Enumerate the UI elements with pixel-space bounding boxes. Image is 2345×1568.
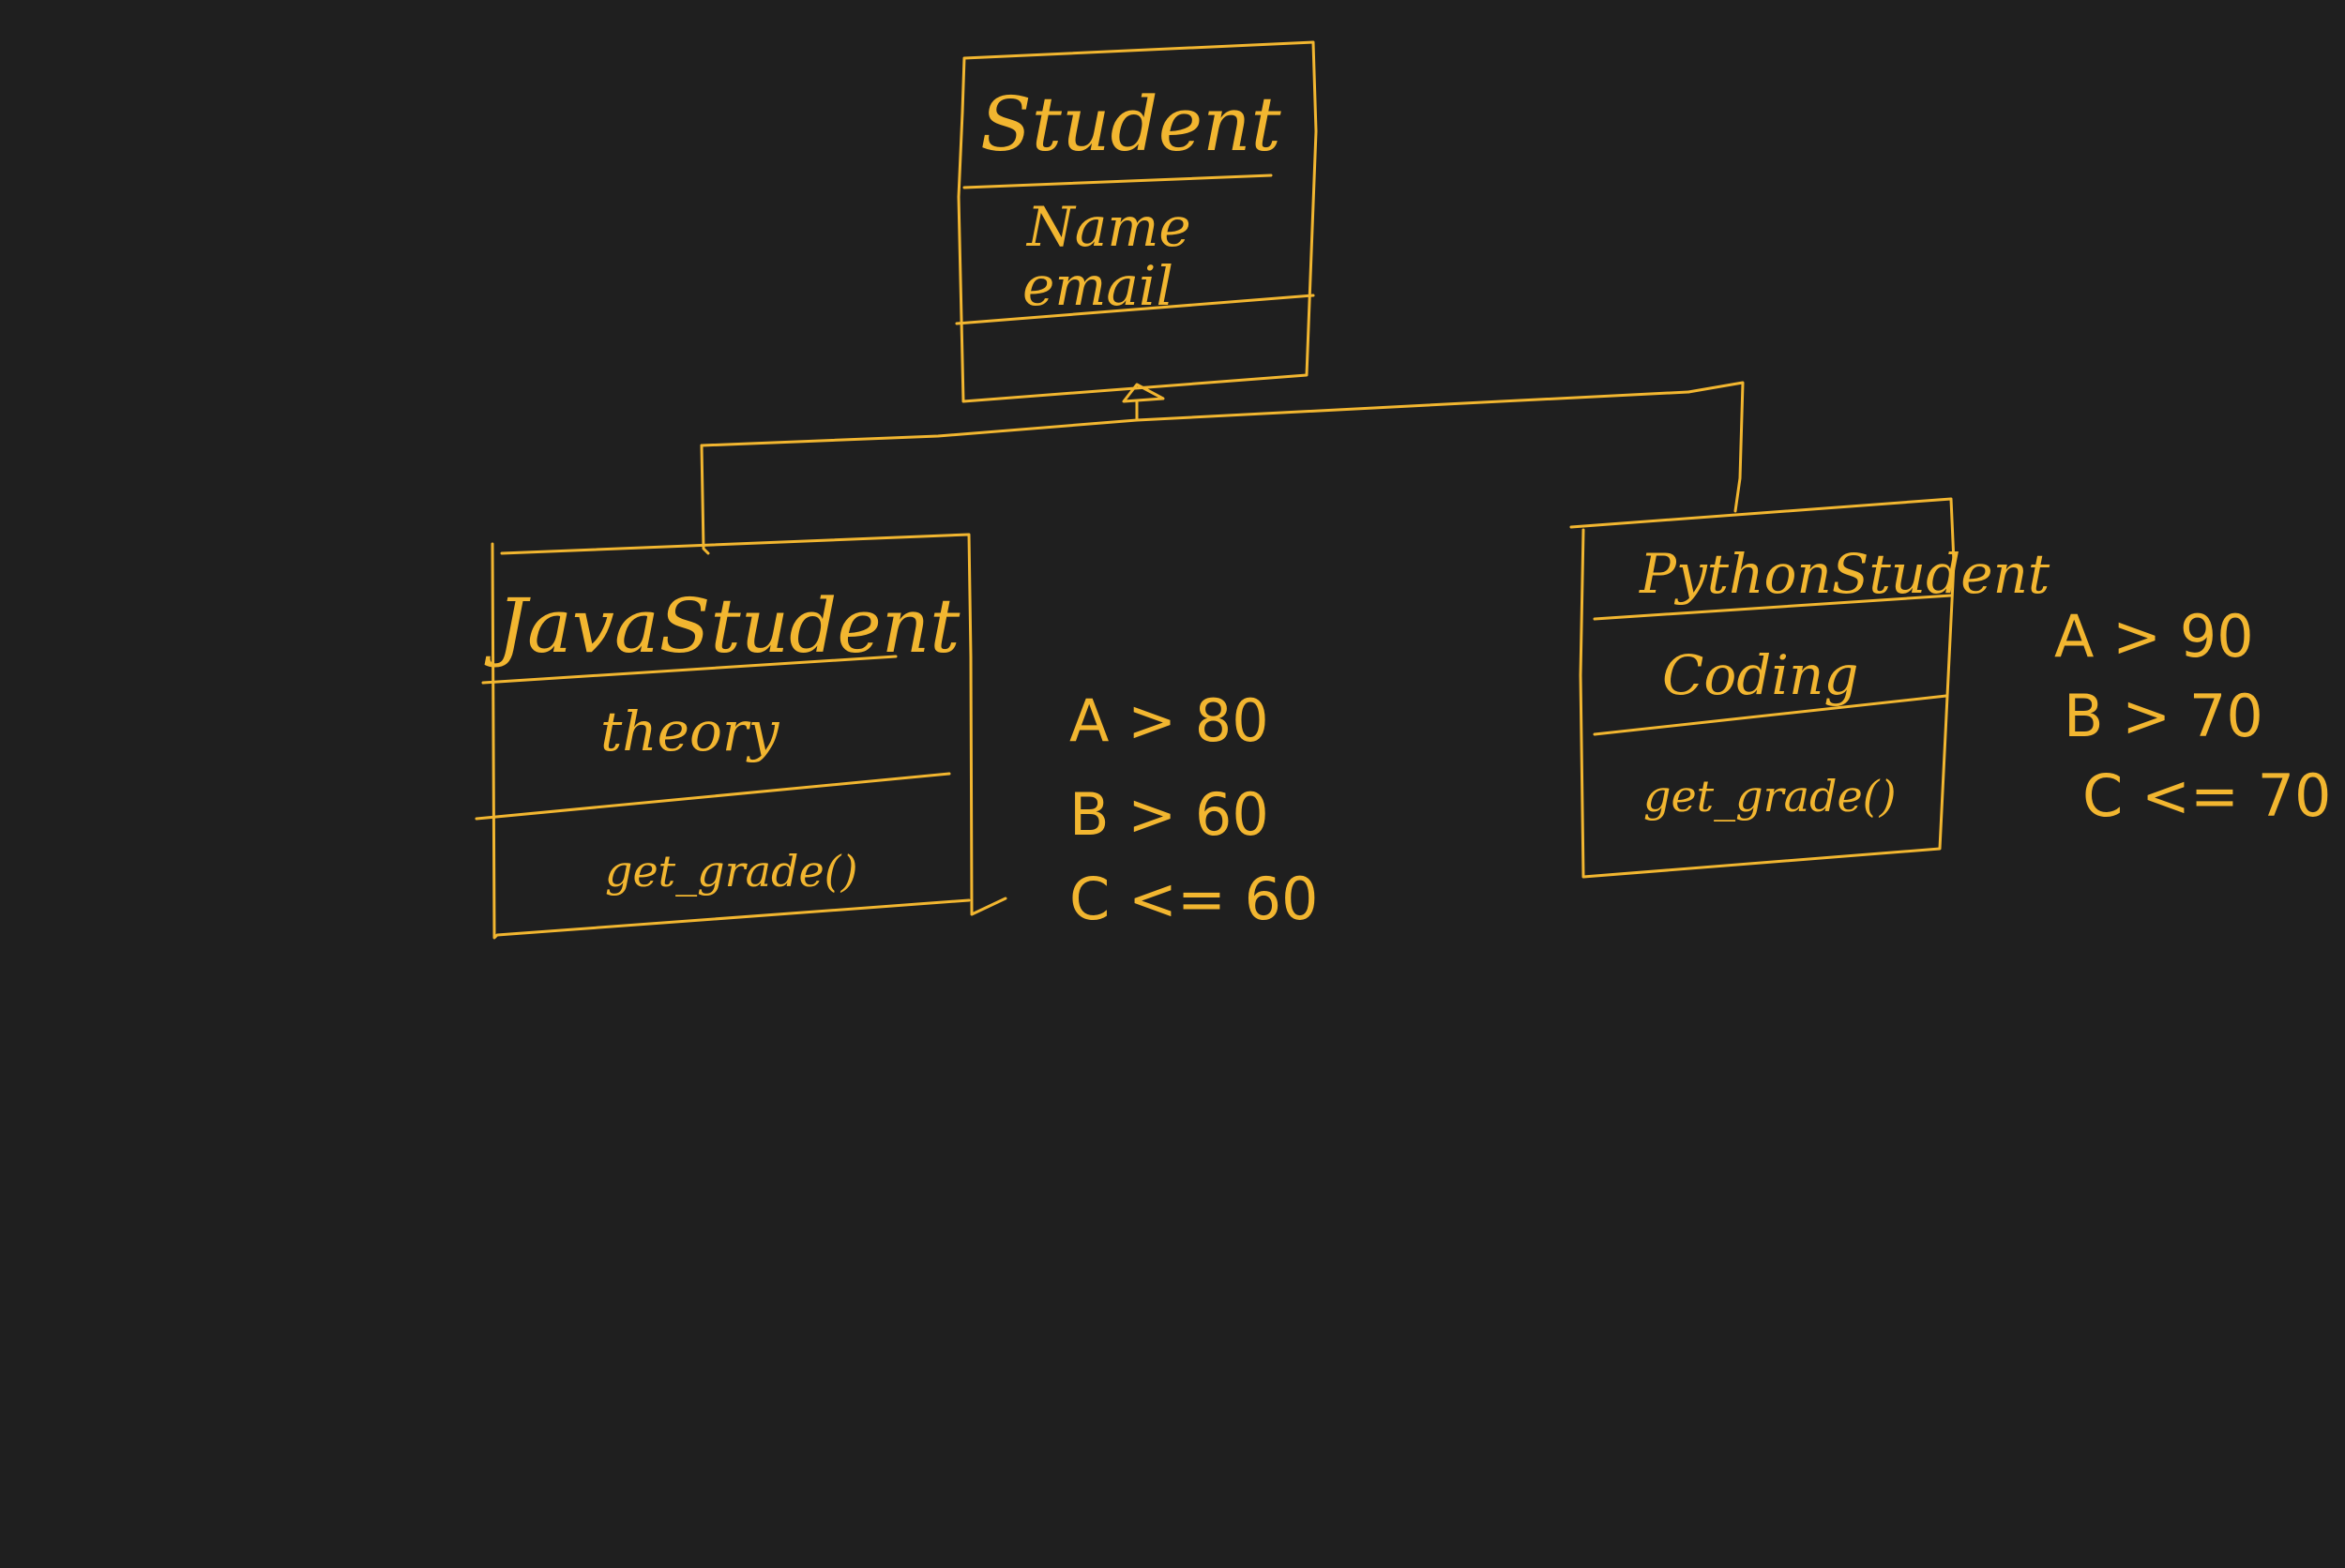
inheritance-horizontal-bar	[700, 390, 1690, 447]
note-java-grade-a: A > 80	[1069, 686, 1269, 755]
note-python-grade-a: A > 90	[2054, 602, 2254, 671]
class-python-student-attr-coding: Coding	[1662, 643, 1858, 707]
class-java-student: JavaStudent theory get_grade()	[475, 533, 1007, 940]
note-java-grade-b: B > 60	[1069, 780, 1269, 849]
whiteboard-canvas: Student Name email JavaStudent theory ge…	[0, 0, 2345, 1563]
class-student-divider-1	[962, 173, 1273, 189]
class-student-title: Student	[980, 81, 1282, 168]
class-java-student-divider-2	[475, 772, 951, 821]
class-student: Student Name email	[955, 40, 1318, 403]
class-java-student-attr-theory: theory	[600, 700, 780, 763]
class-student-attr-name: Name	[1025, 195, 1191, 259]
note-java-grades: A > 80 B > 60 C <= 60	[1069, 686, 1319, 933]
class-python-student-method-get-grade: get_grade()	[1643, 771, 1897, 822]
note-java-grade-c: C <= 60	[1069, 865, 1319, 933]
class-python-student: PythonStudent Coding get_grade()	[1569, 497, 2050, 879]
inheritance-connector	[700, 381, 1745, 555]
note-python-grades: A > 90 B > 70 C <= 70	[2054, 602, 2332, 830]
uml-class-diagram: Student Name email JavaStudent theory ge…	[475, 40, 2332, 940]
class-java-student-method-get-grade: get_grade()	[605, 846, 858, 897]
class-python-student-title: PythonStudent	[1639, 542, 2050, 606]
inheritance-branch-java	[700, 444, 710, 555]
class-student-attr-email: email	[1022, 254, 1173, 318]
note-python-grade-b: B > 70	[2064, 682, 2263, 750]
note-python-grade-c: C <= 70	[2082, 761, 2332, 830]
inheritance-branch-python	[1687, 381, 1745, 513]
class-java-student-title: JavaStudent	[484, 582, 961, 670]
